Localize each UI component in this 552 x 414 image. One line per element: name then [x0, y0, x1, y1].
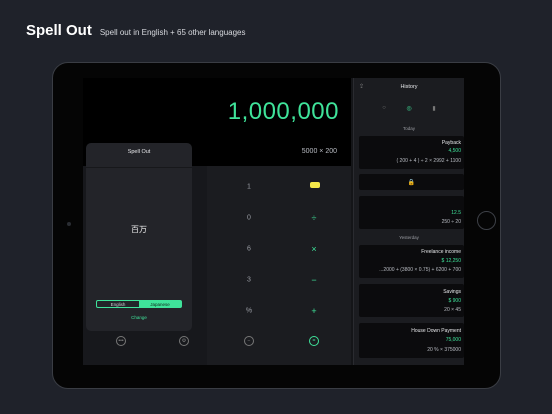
lock-icon: 🔒	[407, 180, 416, 186]
card-value: 75,000	[445, 337, 461, 343]
card-value: $ 900	[448, 298, 461, 304]
home-button[interactable]	[477, 211, 496, 230]
card-calc: ...2000 + (3800 × 0.75) + 6200 + 700	[379, 267, 461, 273]
clock-icon[interactable]: ○	[382, 105, 386, 112]
card-value: $ 12,250	[441, 258, 461, 264]
change-language-link[interactable]: Change	[86, 315, 192, 320]
settings-icon[interactable]: ⚙	[179, 336, 189, 346]
language-option-english[interactable]: English	[97, 301, 139, 307]
key-multiply[interactable]: ×	[311, 244, 316, 254]
check-icon[interactable]: ◎	[407, 105, 412, 112]
section-yesterday: Yesterday	[399, 235, 419, 240]
key-plus[interactable]: +	[311, 306, 316, 316]
history-card[interactable]: Savings $ 900 20 × 45	[359, 284, 464, 317]
result-value: 1,000,000	[227, 98, 339, 125]
card-calc: 250 ÷ 20	[441, 219, 461, 225]
card-value: 4,500	[448, 148, 461, 154]
card-value: 12.5	[451, 210, 461, 216]
app-screen: 1,000,000 5000 × 200 1 0 6 3 % ÷ × − + •…	[83, 78, 464, 365]
history-card[interactable]: Freelance income $ 12,250 ...2000 + (380…	[359, 245, 464, 278]
minus-icon[interactable]: −	[244, 336, 254, 346]
spelled-word: 百万	[131, 225, 147, 234]
popup-title: Spell Out	[127, 149, 151, 155]
bookmark-icon[interactable]: ▮	[432, 105, 435, 112]
history-card[interactable]: 12.5 250 ÷ 20	[359, 196, 464, 229]
marker-badge	[310, 182, 320, 188]
card-calc: 20 × 45	[444, 307, 461, 313]
key-divide[interactable]: ÷	[312, 213, 317, 223]
language-segmented-control: English Japanese	[96, 300, 182, 308]
card-calc: ( 200 + 4 ) ÷ 2 × 2992 + 1100	[396, 158, 461, 164]
key-minus[interactable]: −	[311, 275, 316, 285]
card-name: House Down Payment	[411, 328, 461, 334]
section-today: Today	[402, 126, 415, 131]
history-card[interactable]: Payback 4,500 ( 200 + 4 ) ÷ 2 × 2992 + 1…	[359, 136, 464, 169]
spell-out-popup: Spell Out 百万 English Japanese Change	[86, 143, 192, 331]
key-1[interactable]: 1	[247, 184, 251, 191]
language-option-japanese[interactable]: Japanese	[139, 301, 181, 307]
more-icon[interactable]: •••	[116, 336, 126, 346]
history-card[interactable]: House Down Payment 75,000 20 % × 375000	[359, 323, 464, 358]
history-card-locked[interactable]: 🔒	[359, 174, 464, 190]
history-panel: ⇪ History ○ ◎ ▮ Today Payback 4,500 ( 20…	[353, 78, 464, 365]
card-name: Savings	[443, 289, 461, 295]
history-tabs: ○ ◎ ▮	[354, 105, 464, 112]
camera-dot	[67, 222, 71, 226]
key-0[interactable]: 0	[247, 215, 251, 222]
key-3[interactable]: 3	[247, 277, 251, 284]
headline-title: Spell Out	[26, 22, 92, 39]
card-name: Payback	[441, 140, 461, 146]
headline: Spell Out Spell out in English + 65 othe…	[26, 22, 246, 39]
card-calc: 20 % × 375000	[427, 347, 461, 353]
popup-divider	[86, 167, 192, 168]
headline-subtitle: Spell out in English + 65 other language…	[99, 28, 246, 37]
key-percent[interactable]: %	[246, 308, 252, 315]
card-name: Freelance income	[421, 249, 461, 255]
equals-icon[interactable]: =	[309, 336, 319, 346]
key-6[interactable]: 6	[247, 246, 251, 253]
history-title: History	[400, 84, 418, 90]
expression-text: 5000 × 200	[301, 148, 337, 155]
